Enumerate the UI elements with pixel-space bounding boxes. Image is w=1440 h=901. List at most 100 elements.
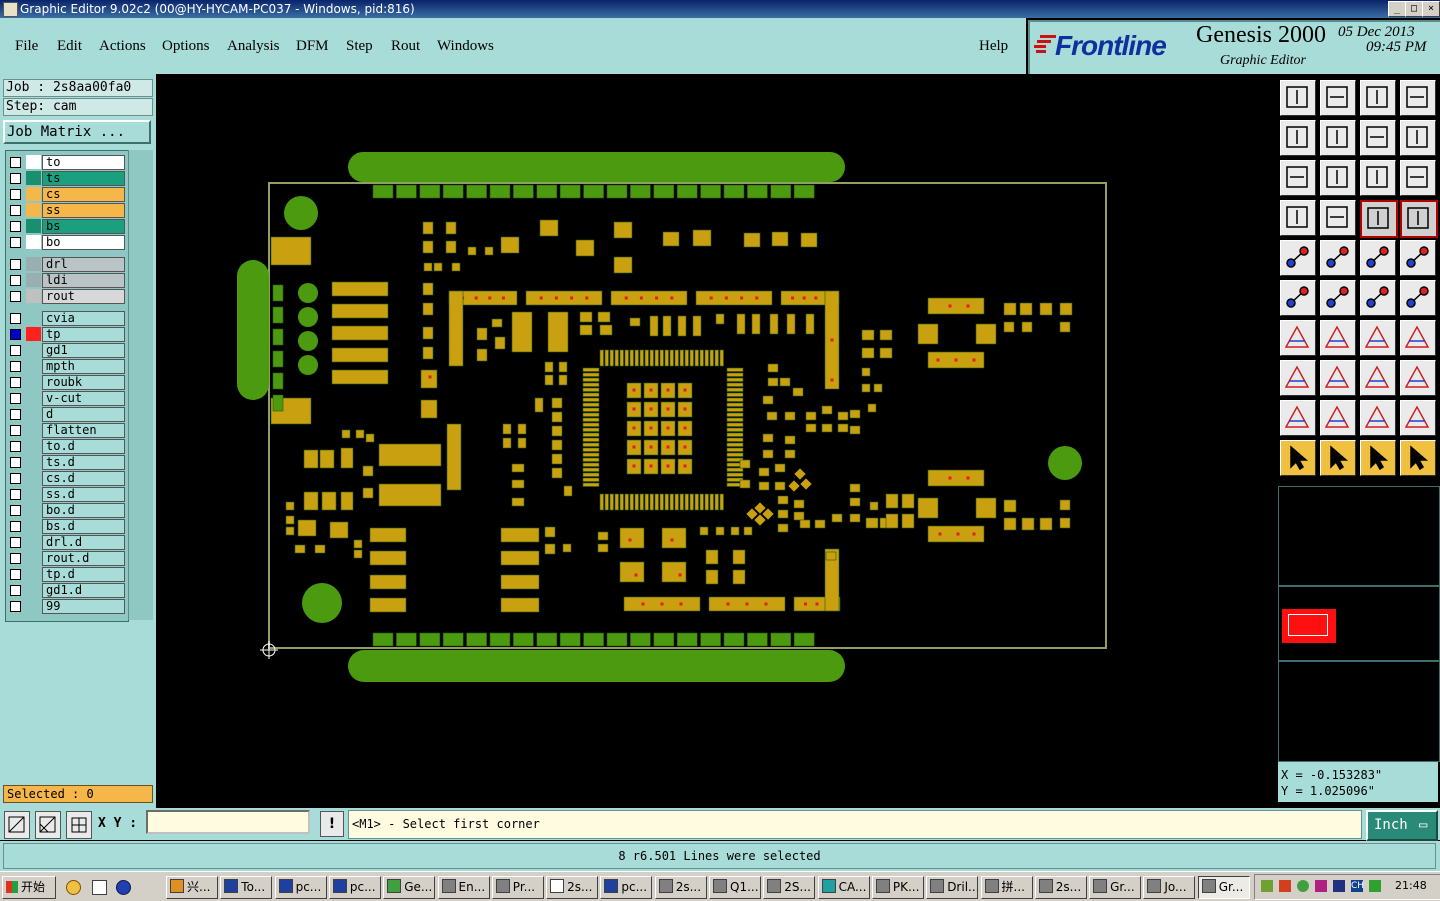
layer-name[interactable]: to xyxy=(42,155,125,170)
layer-name[interactable]: bs.d xyxy=(42,519,125,534)
ruler-icon[interactable] xyxy=(1360,240,1396,276)
maximize-button[interactable]: □ xyxy=(1405,1,1423,17)
layer-color-swatch[interactable] xyxy=(26,375,41,389)
layer-name[interactable]: cvia xyxy=(42,311,125,326)
layer-color-swatch[interactable] xyxy=(26,311,41,325)
layer-row-ldi[interactable]: ldi xyxy=(6,273,128,288)
feature-icon[interactable] xyxy=(1400,360,1436,396)
layer-checkbox[interactable] xyxy=(10,377,21,388)
layer-color-swatch[interactable] xyxy=(26,219,41,233)
layer-color-swatch[interactable] xyxy=(26,535,41,549)
close-button[interactable]: × xyxy=(1422,1,1440,17)
taskbar-item[interactable]: pc... xyxy=(274,876,327,899)
layer-color-swatch[interactable] xyxy=(26,171,41,185)
layer-checkbox[interactable] xyxy=(10,291,21,302)
taskbar-item[interactable]: 2s... xyxy=(1034,876,1087,899)
menu-step[interactable]: Step xyxy=(346,38,373,55)
layer-name[interactable]: d xyxy=(42,407,125,422)
taskbar-item[interactable]: Gr... xyxy=(1089,876,1142,899)
taskbar-item[interactable]: Q1... xyxy=(709,876,761,899)
minus-icon[interactable] xyxy=(1320,360,1356,396)
layer-name[interactable]: to.d xyxy=(42,439,125,454)
layer-checkbox[interactable] xyxy=(10,259,21,270)
layer-color-swatch[interactable] xyxy=(26,567,41,581)
taskbar-item[interactable]: Ge... xyxy=(383,876,436,899)
grid-snap-icon[interactable] xyxy=(66,811,92,839)
menu-options[interactable]: Options xyxy=(162,38,210,55)
tray-ime-icon[interactable]: CH xyxy=(1351,880,1364,892)
layer-row-bs-d[interactable]: bs.d xyxy=(6,519,128,534)
settings-icon[interactable] xyxy=(1280,200,1316,236)
tray-globe-icon[interactable] xyxy=(1297,880,1309,892)
layer-row-rout[interactable]: rout xyxy=(6,289,128,304)
arc-icon[interactable] xyxy=(1360,320,1396,356)
layer-checkbox[interactable] xyxy=(10,441,21,452)
layer-checkbox[interactable] xyxy=(10,425,21,436)
zoom-area-icon[interactable] xyxy=(4,811,30,839)
layer-checkbox[interactable] xyxy=(10,329,21,340)
layer-row-cvia[interactable]: cvia xyxy=(6,311,128,326)
layer-color-swatch[interactable] xyxy=(26,583,41,597)
layer-color-swatch[interactable] xyxy=(26,599,41,613)
layer-color-swatch[interactable] xyxy=(26,203,41,217)
filled-circle-icon[interactable] xyxy=(1400,240,1436,276)
window-split-icon[interactable] xyxy=(1400,80,1436,116)
layer-row-drl[interactable]: drl xyxy=(6,257,128,272)
layer-row-ss-d[interactable]: ss.d xyxy=(6,487,128,502)
layer-list-scrollbar[interactable] xyxy=(128,150,153,620)
layer-name[interactable]: gd1 xyxy=(42,343,125,358)
triangle-a-icon[interactable] xyxy=(1320,400,1356,436)
taskbar-item[interactable]: Jo... xyxy=(1143,876,1196,899)
menu-edit[interactable]: Edit xyxy=(57,38,82,55)
taskbar-item[interactable]: pc... xyxy=(600,876,653,899)
layer-row-ts[interactable]: ts xyxy=(6,171,128,186)
grid-icon[interactable] xyxy=(1320,200,1356,236)
layer-color-swatch[interactable] xyxy=(26,471,41,485)
taskbar-item[interactable]: Gr... xyxy=(1197,876,1250,899)
layer-name[interactable]: ts xyxy=(42,171,125,186)
taskbar-item[interactable]: 2s... xyxy=(654,876,707,899)
layer-color-swatch[interactable] xyxy=(26,519,41,533)
layer-color-swatch[interactable] xyxy=(26,487,41,501)
layer-checkbox[interactable] xyxy=(10,601,21,612)
layer-checkbox[interactable] xyxy=(10,275,21,286)
move-node-icon[interactable] xyxy=(1360,280,1396,316)
triangle-b-icon[interactable] xyxy=(1360,400,1396,436)
layer-row-to-d[interactable]: to.d xyxy=(6,439,128,454)
layer-row-gd1[interactable]: gd1 xyxy=(6,343,128,358)
route-icon[interactable] xyxy=(1400,440,1436,476)
layer-name[interactable]: ss.d xyxy=(42,487,125,502)
menu-windows[interactable]: Windows xyxy=(437,38,494,55)
snap-pad-icon[interactable] xyxy=(1360,200,1398,238)
snap-line-icon[interactable] xyxy=(1400,200,1438,238)
layer-name[interactable]: tp xyxy=(42,327,125,342)
layer-name[interactable]: roubk xyxy=(42,375,125,390)
layer-row-rout-d[interactable]: rout.d xyxy=(6,551,128,566)
layer-checkbox[interactable] xyxy=(10,237,21,248)
layer-row-v-cut[interactable]: v-cut xyxy=(6,391,128,406)
scale-1-2-icon[interactable] xyxy=(1360,160,1396,196)
layer-name[interactable]: drl xyxy=(42,257,125,272)
layer-name[interactable]: tp.d xyxy=(42,567,125,582)
browser-icon[interactable] xyxy=(116,880,131,895)
layer-name[interactable]: cs xyxy=(42,187,125,202)
layer-checkbox[interactable] xyxy=(10,409,21,420)
zoom-down-icon[interactable] xyxy=(1320,80,1356,116)
layer-checkbox[interactable] xyxy=(10,221,21,232)
menu-rout[interactable]: Rout xyxy=(391,38,420,55)
pointer-box-icon[interactable] xyxy=(1320,440,1356,476)
info-icon[interactable]: ! xyxy=(320,811,344,837)
layer-name[interactable]: bo xyxy=(42,235,125,250)
taskbar-item[interactable]: PK... xyxy=(871,876,924,899)
taskbar-item[interactable]: En... xyxy=(437,876,490,899)
tray-pen-icon[interactable] xyxy=(1261,880,1273,892)
layer-color-swatch[interactable] xyxy=(26,273,41,287)
layer-checkbox[interactable] xyxy=(10,457,21,468)
layer-checkbox[interactable] xyxy=(10,569,21,580)
taskbar-item[interactable]: CA... xyxy=(817,876,870,899)
measure-icon[interactable] xyxy=(1360,360,1396,396)
layer-name[interactable]: ldi xyxy=(42,273,125,288)
home-view-icon[interactable] xyxy=(1360,80,1396,116)
layer-checkbox[interactable] xyxy=(10,205,21,216)
layer-checkbox[interactable] xyxy=(10,157,21,168)
